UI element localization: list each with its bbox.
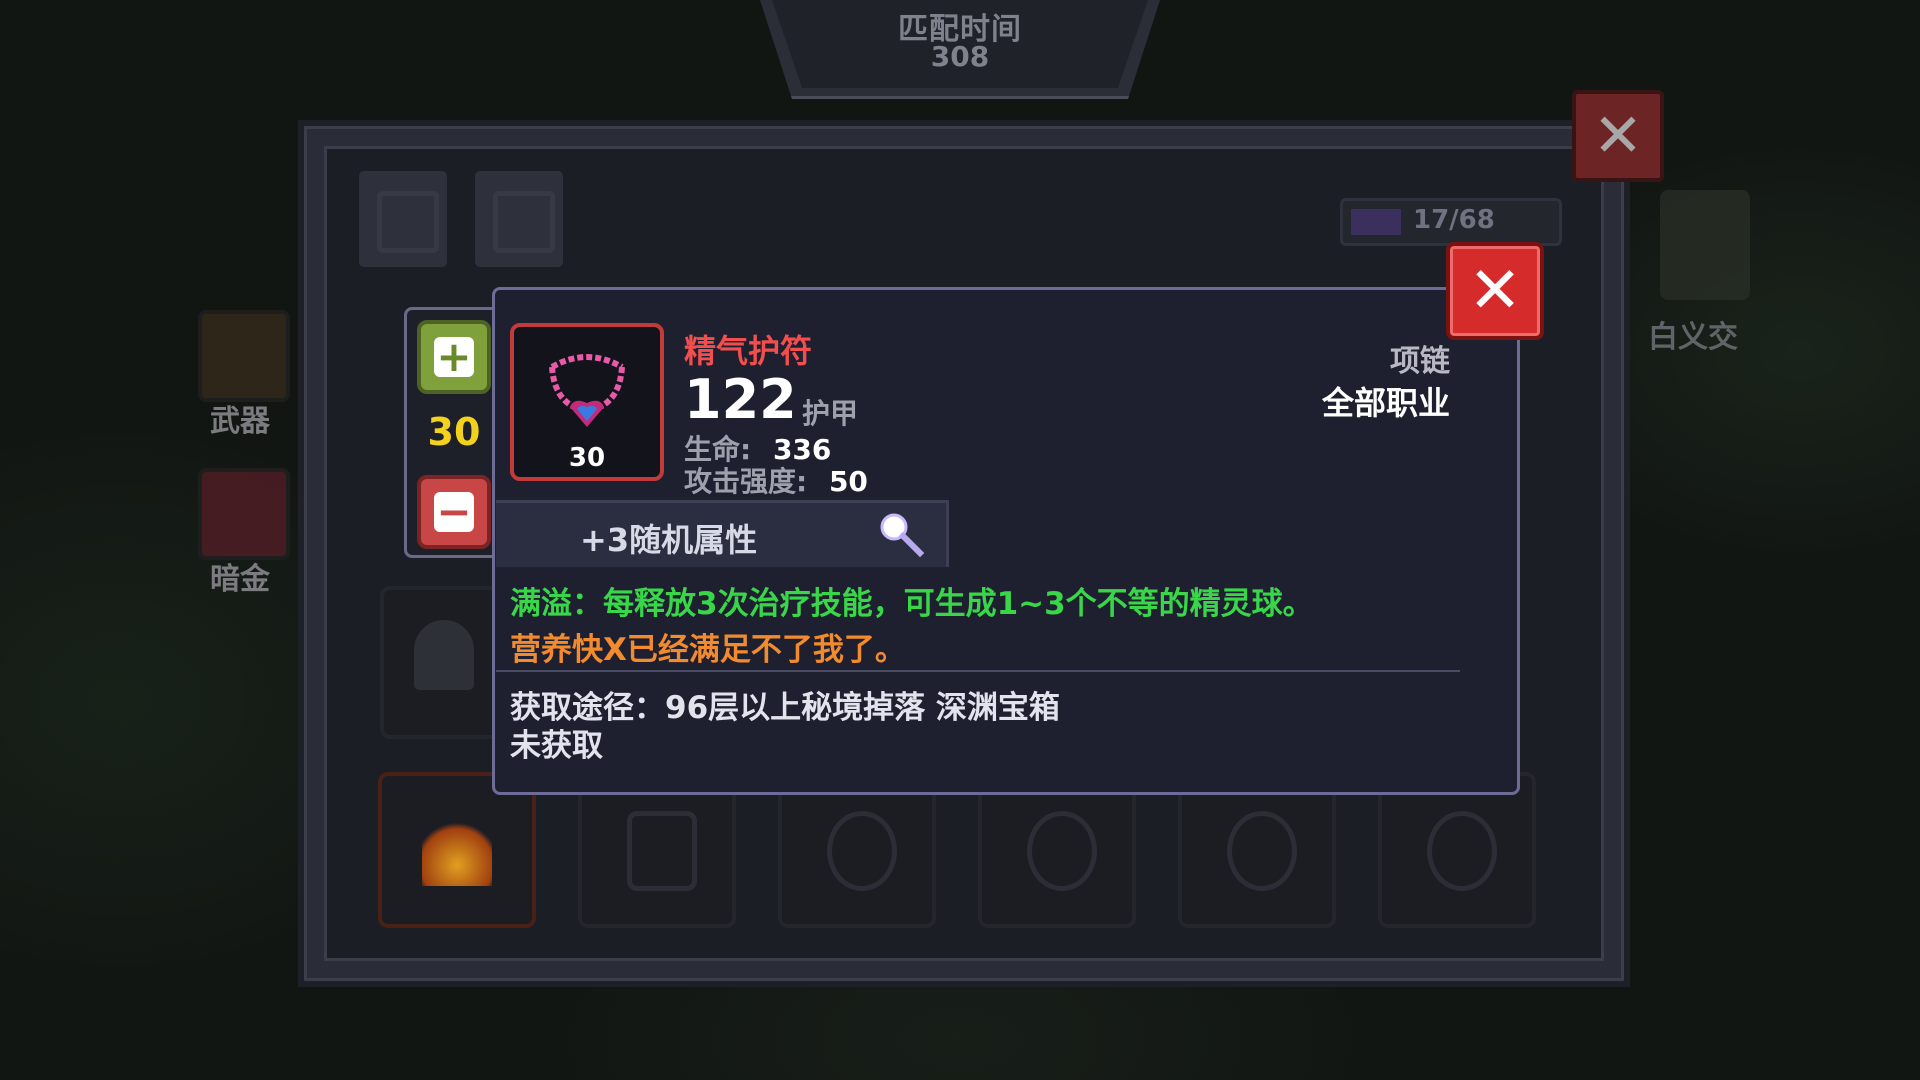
tab-pets[interactable]	[472, 168, 566, 270]
item-name: 精气护符	[684, 332, 813, 370]
item-obtained-status: 未获取	[510, 728, 603, 764]
increase-button[interactable]: +	[417, 320, 491, 394]
tooltip-close-button[interactable]: ✕	[1446, 242, 1544, 340]
amulet-icon	[1227, 811, 1297, 891]
random-attributes-bar[interactable]: +3随机属性	[496, 500, 949, 567]
pendant-icon	[1427, 811, 1497, 891]
equipment-slot-4[interactable]	[978, 772, 1136, 928]
equipment-slot-cloak[interactable]	[380, 586, 508, 739]
ring-icon	[827, 811, 897, 891]
magnifier-icon[interactable]	[876, 509, 926, 559]
item-icon-frame: 30	[510, 323, 664, 481]
stat-attack: 攻击强度: 50	[684, 460, 868, 500]
close-icon: ✕	[1592, 101, 1644, 171]
match-timer: 匹配时间 308	[760, 0, 1160, 99]
item-flavor-text: 营养快X已经满足不了我了。	[510, 632, 906, 668]
item-level: 30	[568, 443, 606, 473]
flame-armor-icon	[422, 816, 492, 886]
gems-icon	[377, 191, 439, 253]
plus-icon: +	[434, 336, 474, 378]
equipment-slot-5[interactable]	[1178, 772, 1336, 928]
inventory-counter-text: 17/68	[1413, 205, 1495, 235]
category-weapon-label: 武器	[210, 404, 270, 439]
quantity-stepper: + 30 −	[404, 307, 504, 558]
panel-close-button[interactable]: ✕	[1572, 90, 1664, 182]
dark-gold-icon	[198, 468, 290, 560]
stepper-value: 30	[427, 410, 481, 454]
weapon-icon	[198, 310, 290, 402]
equipment-slot-2[interactable]	[578, 772, 736, 928]
tab-gems[interactable]	[356, 168, 450, 270]
item-armor-value: 122	[684, 368, 797, 431]
random-attributes-text: +3随机属性	[580, 521, 758, 559]
character-sprite	[1660, 190, 1750, 300]
stat-attack-value: 50	[828, 465, 868, 498]
character-name: 白义交	[1648, 320, 1738, 355]
category-weapon[interactable]: 武器	[190, 310, 290, 439]
necklace-icon	[1027, 811, 1097, 891]
equipment-slot-6[interactable]	[1378, 772, 1536, 928]
inventory-counter: 17/68	[1340, 198, 1562, 246]
minus-icon: −	[434, 491, 474, 533]
necklace-item-icon	[549, 354, 625, 427]
match-timer-value: 308	[930, 40, 990, 73]
category-dark-gold-label: 暗金	[210, 562, 270, 597]
equipment-slot-1[interactable]	[378, 772, 536, 928]
cloak-icon	[414, 620, 474, 690]
equipment-slot-3[interactable]	[778, 772, 936, 928]
item-passive: 满溢：每释放3次治疗技能，可生成1~3个不等的精灵球。	[510, 586, 1314, 622]
helmet-icon	[627, 811, 697, 891]
tooltip-divider	[496, 670, 1460, 672]
item-class-restriction: 全部职业	[1321, 384, 1450, 422]
stat-attack-key: 攻击强度:	[684, 465, 808, 498]
item-armor-label: 护甲	[802, 397, 859, 430]
decrease-button[interactable]: −	[417, 475, 491, 549]
pet-icon	[493, 191, 555, 253]
close-icon: ✕	[1468, 254, 1522, 328]
category-dark-gold[interactable]: 暗金	[190, 468, 290, 597]
item-slot-type: 项链	[1390, 344, 1450, 379]
